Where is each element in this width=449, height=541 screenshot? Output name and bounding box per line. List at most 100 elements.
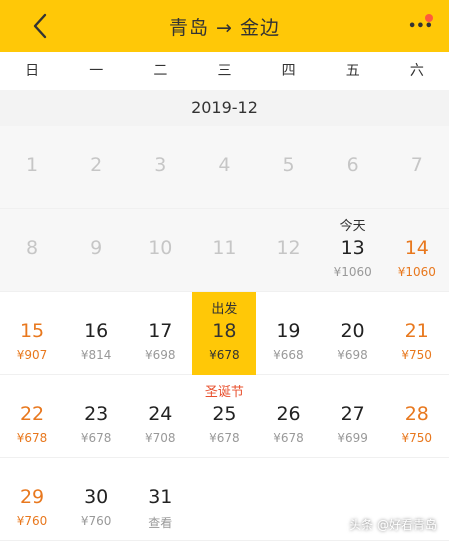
day-number: 10 bbox=[148, 237, 173, 259]
day-price: ¥698 bbox=[145, 348, 176, 362]
day-number: 23 bbox=[84, 403, 109, 425]
day-cell-20[interactable]: 20 ¥698 bbox=[321, 292, 385, 375]
day-number: 15 bbox=[19, 320, 45, 342]
day-cell-30[interactable]: 30 ¥760 bbox=[64, 458, 128, 541]
day-number: 14 bbox=[404, 237, 429, 259]
day-cell-15[interactable]: 15 ¥907 bbox=[0, 292, 64, 375]
day-cell-18[interactable]: 出发 18 ¥678 bbox=[192, 292, 257, 375]
day-cell-24[interactable]: 24 ¥708 bbox=[128, 375, 192, 458]
day-number: 4 bbox=[218, 154, 231, 176]
day-number: 24 bbox=[148, 403, 173, 425]
day-price: ¥1060 bbox=[333, 265, 372, 279]
day-cell-19[interactable]: 19 ¥668 bbox=[256, 292, 320, 375]
day-number: 3 bbox=[154, 154, 167, 176]
route-title: 青岛 → 金边 bbox=[169, 16, 280, 39]
day-number: 9 bbox=[90, 237, 103, 259]
day-cell-31[interactable]: 31 查看 bbox=[128, 458, 192, 541]
weekday-tue: 二 bbox=[153, 63, 168, 79]
day-number: 11 bbox=[212, 237, 237, 259]
day-number: 31 bbox=[148, 486, 173, 508]
day-price: ¥678 bbox=[80, 431, 112, 445]
weekday-mon: 一 bbox=[89, 63, 104, 79]
day-price: ¥678 bbox=[209, 431, 240, 445]
week-row: 15 ¥907 16 ¥814 17 ¥698 出发 18 ¥678 19 ¥668 20 ¥698 21… bbox=[0, 292, 449, 375]
day-price: ¥750 bbox=[401, 348, 432, 362]
day-number: 27 bbox=[340, 403, 365, 425]
day-number: 28 bbox=[404, 403, 429, 425]
day-cell-3: 3 bbox=[128, 126, 192, 209]
day-number: 18 bbox=[212, 320, 237, 342]
day-number: 20 bbox=[340, 320, 365, 342]
day-cell-16[interactable]: 16 ¥814 bbox=[64, 292, 128, 375]
day-price: 查看 bbox=[148, 516, 173, 530]
day-cell-12: 12 bbox=[257, 209, 321, 292]
day-price: ¥814 bbox=[80, 348, 112, 362]
day-price: ¥1060 bbox=[397, 265, 436, 279]
day-price: ¥678 bbox=[209, 348, 240, 362]
day-cell-6: 6 bbox=[321, 126, 385, 209]
day-number: 1 bbox=[26, 154, 39, 176]
day-price: ¥708 bbox=[145, 431, 176, 445]
day-cell-21[interactable]: 21 ¥750 bbox=[385, 292, 449, 375]
day-cell-29[interactable]: 29 ¥760 bbox=[0, 458, 64, 541]
empty-cell bbox=[192, 458, 256, 541]
day-number: 16 bbox=[84, 320, 109, 342]
day-number: 25 bbox=[212, 403, 237, 425]
day-cell-26[interactable]: 26 ¥678 bbox=[257, 375, 321, 458]
day-price: ¥698 bbox=[337, 348, 368, 362]
day-cell-1: 1 bbox=[0, 126, 64, 209]
day-cell-2: 2 bbox=[64, 126, 128, 209]
day-price: ¥699 bbox=[337, 431, 368, 445]
month-label: 2019-12 bbox=[0, 90, 449, 126]
day-cell-8: 8 bbox=[0, 209, 64, 292]
calendar-grid: 1 2 3 4 5 6 7 8 9 10 11 12 今天 13 ¥1060 14 ¥1060 15 ¥907 16 ¥… bbox=[0, 126, 449, 541]
day-price: ¥678 bbox=[273, 431, 304, 445]
week-row: 22 ¥678 23 ¥678 24 ¥708 圣诞节 25 ¥678 26 ¥678 27 ¥699 2… bbox=[0, 375, 449, 458]
weekday-fri: 五 bbox=[345, 63, 360, 79]
day-cell-5: 5 bbox=[257, 126, 321, 209]
weekday-sat: 六 bbox=[409, 63, 424, 79]
day-number: 6 bbox=[346, 154, 359, 176]
more-button[interactable]: ••• bbox=[405, 14, 435, 38]
weekday-thu: 四 bbox=[281, 63, 296, 79]
day-price: ¥678 bbox=[16, 431, 48, 445]
day-tag: 圣诞节 bbox=[204, 385, 244, 400]
day-number: 8 bbox=[26, 237, 39, 259]
day-number: 13 bbox=[340, 237, 365, 259]
day-number: 19 bbox=[276, 320, 301, 342]
week-row: 8 9 10 11 12 今天 13 ¥1060 14 ¥1060 bbox=[0, 209, 449, 292]
week-row: 1 2 3 4 5 6 7 bbox=[0, 126, 449, 209]
day-tag: 今天 bbox=[339, 219, 366, 234]
day-cell-28[interactable]: 28 ¥750 bbox=[385, 375, 449, 458]
day-number: 12 bbox=[276, 237, 301, 259]
day-price: ¥760 bbox=[80, 514, 112, 528]
day-cell-17[interactable]: 17 ¥698 bbox=[128, 292, 192, 375]
day-number: 21 bbox=[404, 320, 429, 342]
day-cell-22[interactable]: 22 ¥678 bbox=[0, 375, 64, 458]
day-tag: 出发 bbox=[211, 302, 238, 317]
day-cell-23[interactable]: 23 ¥678 bbox=[64, 375, 128, 458]
weekday-header: 日 一 二 三 四 五 六 bbox=[0, 52, 449, 90]
day-cell-9: 9 bbox=[64, 209, 128, 292]
notification-dot bbox=[425, 14, 433, 22]
back-button[interactable] bbox=[28, 12, 54, 40]
day-cell-14[interactable]: 14 ¥1060 bbox=[385, 209, 449, 292]
day-number: 26 bbox=[276, 403, 301, 425]
watermark: 头条 @好看青岛 bbox=[349, 518, 437, 532]
day-price: ¥760 bbox=[16, 514, 48, 528]
weekday-sun: 日 bbox=[25, 63, 40, 79]
weekday-wed: 三 bbox=[217, 63, 232, 79]
day-number: 2 bbox=[90, 154, 103, 176]
empty-cell bbox=[257, 458, 321, 541]
day-number: 30 bbox=[84, 486, 109, 508]
day-price: ¥668 bbox=[273, 348, 304, 362]
day-cell-4: 4 bbox=[192, 126, 256, 209]
day-number: 7 bbox=[410, 154, 423, 176]
back-arrow-icon bbox=[33, 13, 47, 39]
day-number: 22 bbox=[19, 403, 45, 425]
day-cell-13[interactable]: 今天 13 ¥1060 bbox=[321, 209, 385, 292]
day-cell-10: 10 bbox=[128, 209, 192, 292]
day-cell-25[interactable]: 圣诞节 25 ¥678 bbox=[192, 375, 256, 458]
day-cell-27[interactable]: 27 ¥699 bbox=[321, 375, 385, 458]
day-price: ¥750 bbox=[401, 431, 433, 445]
